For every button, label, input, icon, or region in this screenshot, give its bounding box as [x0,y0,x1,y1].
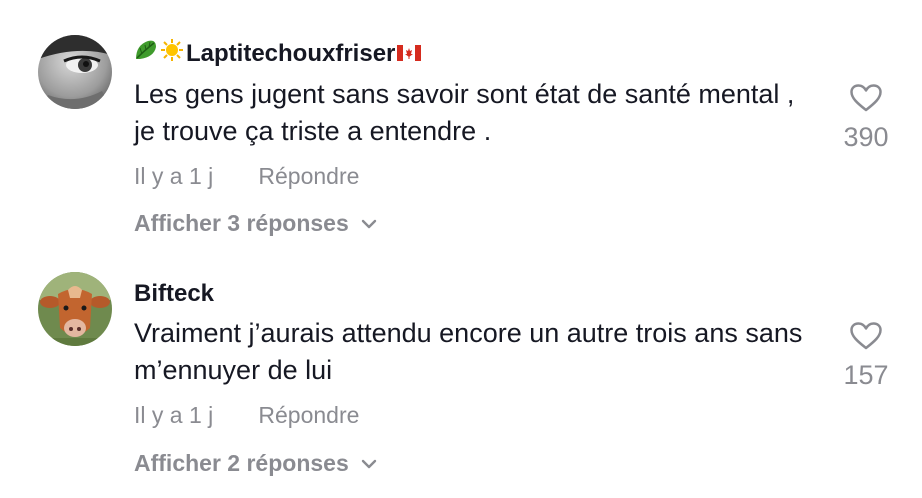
username-text: Laptitechouxfriser [186,39,396,67]
chevron-down-icon [361,219,377,229]
comment-timestamp: Il y a 1 j [134,163,214,189]
username[interactable]: Bifteck [134,280,214,308]
leafy-green-icon [134,39,158,68]
avatar[interactable] [38,35,112,109]
view-replies-button[interactable]: Afficher 2 réponses [134,450,377,477]
username-text: Bifteck [134,280,215,307]
avatar[interactable] [38,272,112,346]
username[interactable]: Laptitechouxfriser [134,38,423,69]
view-replies-label: Afficher 2 réponses [134,450,349,476]
sun-icon [160,38,184,69]
reply-button[interactable]: Répondre [258,402,359,428]
view-replies-label: Afficher 3 réponses [134,210,349,236]
heart-icon[interactable] [830,83,902,118]
canada-flag-icon [397,40,422,68]
heart-icon[interactable] [830,321,902,356]
comment-text: Vraiment j’aurais attendu encore un autr… [134,318,803,385]
chevron-down-icon [361,459,377,469]
view-replies-button[interactable]: Afficher 3 réponses [134,210,377,237]
reply-button[interactable]: Répondre [258,163,359,189]
comment-timestamp: Il y a 1 j [134,402,214,428]
like-count: 390 [843,122,889,152]
like-count: 157 [843,360,889,390]
comment-text: Les gens jugent sans savoir sont état de… [134,79,795,146]
